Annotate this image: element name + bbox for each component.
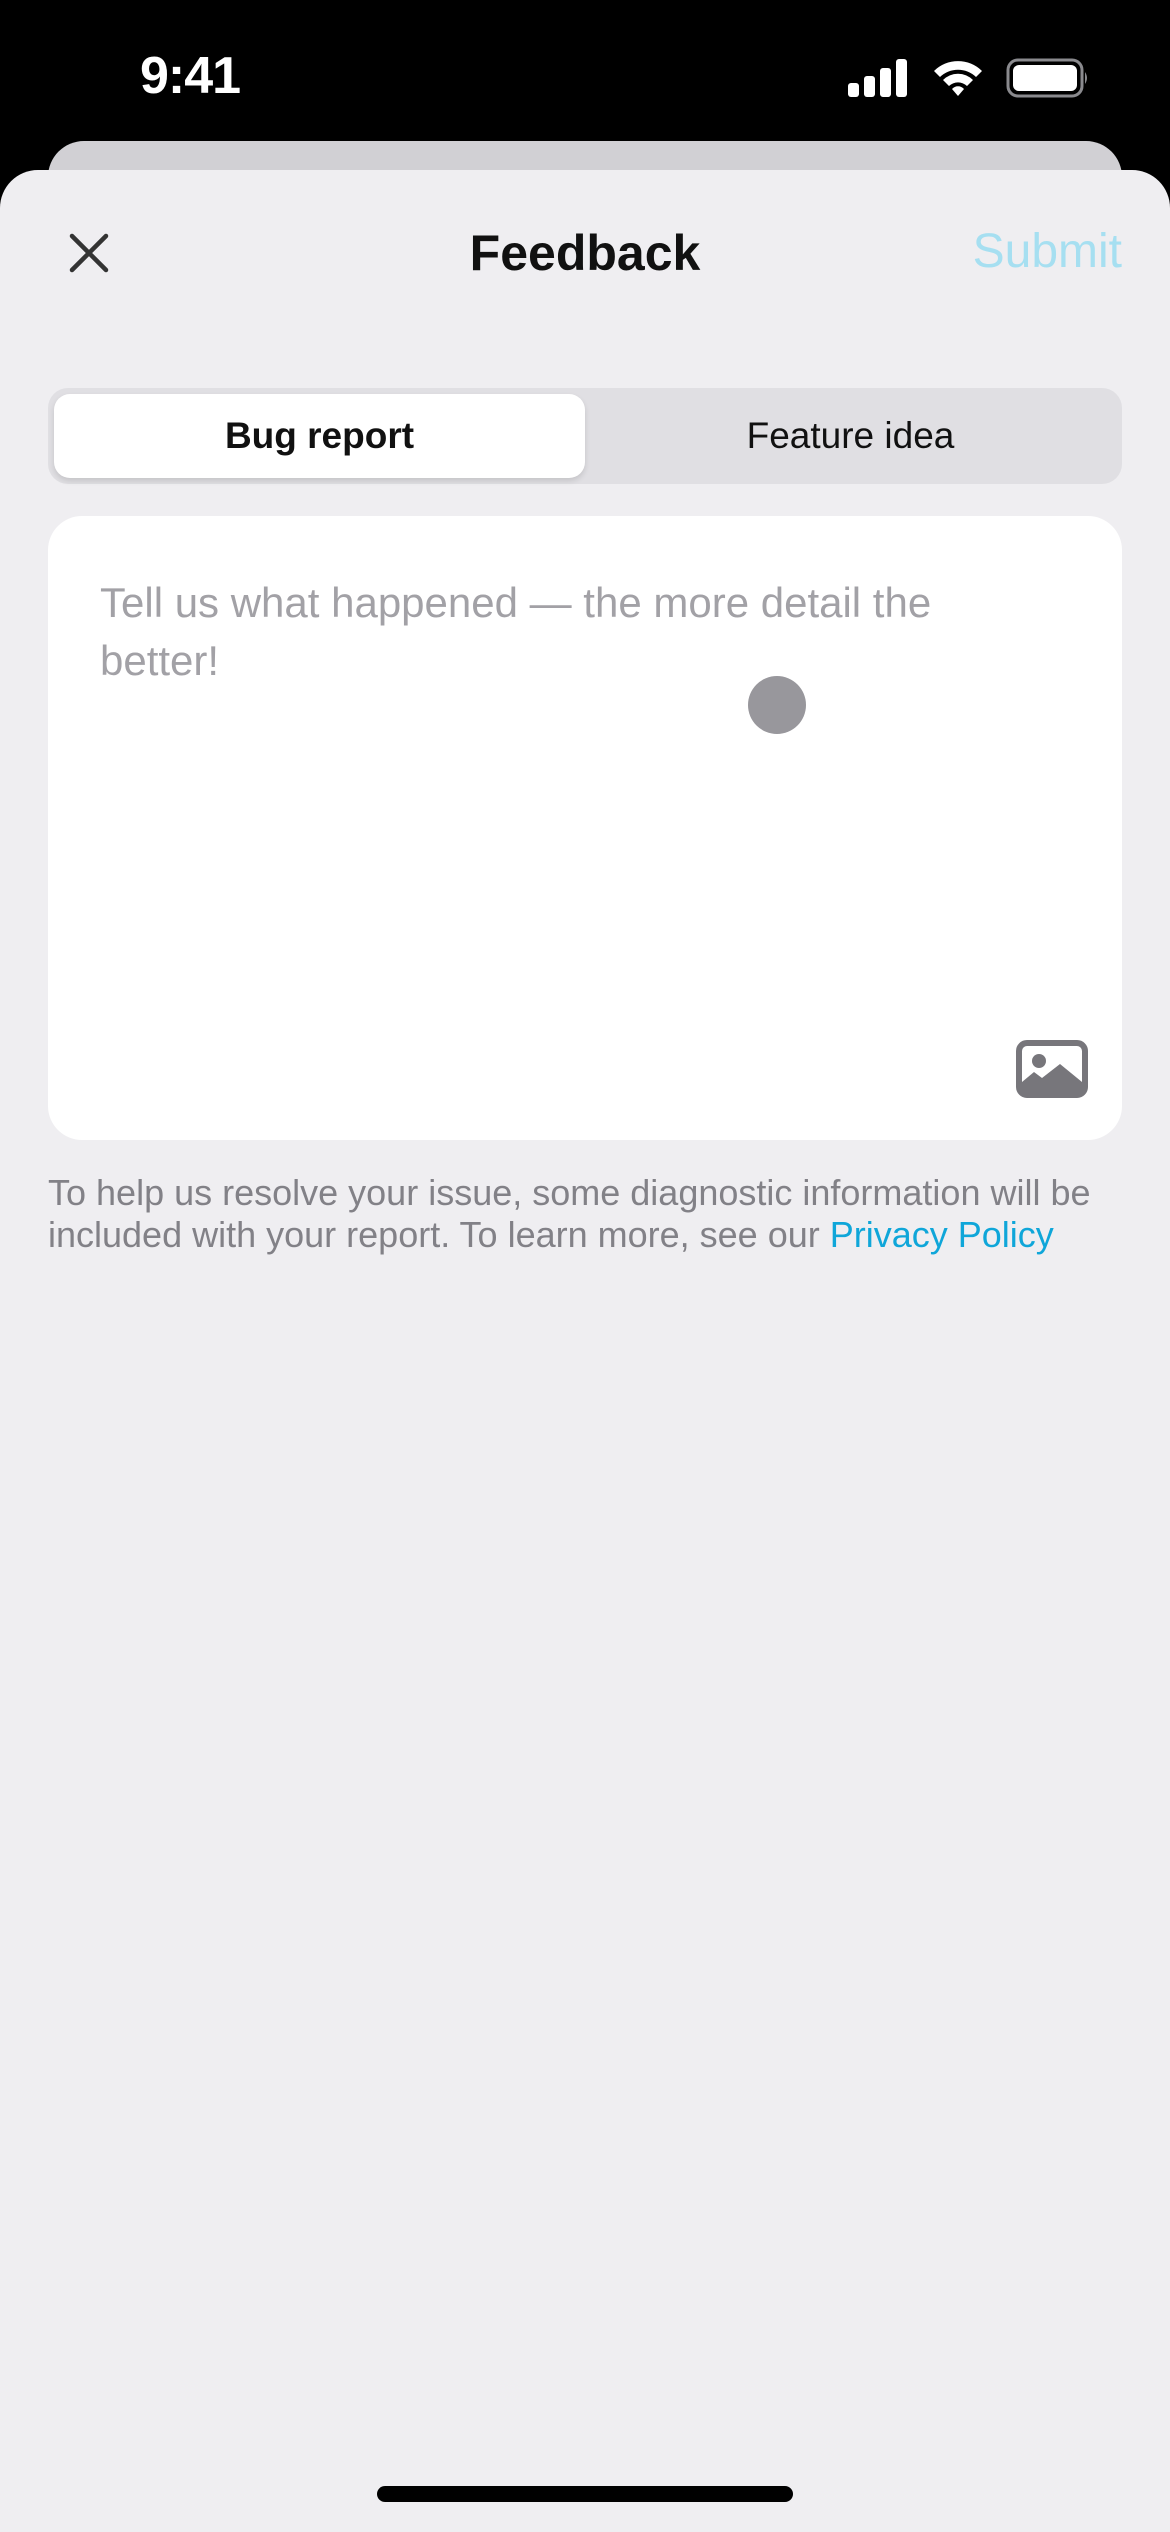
- segment-feature-idea[interactable]: Feature idea: [585, 394, 1116, 478]
- feedback-text-input[interactable]: Tell us what happened — the more detail …: [48, 516, 1122, 1140]
- cellular-signal-icon: [848, 59, 910, 102]
- status-icons: [848, 58, 1090, 103]
- status-time: 9:41: [140, 47, 241, 105]
- feedback-type-segmented-control: Bug report Feature idea: [48, 388, 1122, 484]
- home-indicator[interactable]: [377, 2486, 793, 2502]
- image-icon: [1016, 1040, 1088, 1102]
- status-bar: 9:41: [0, 0, 1170, 140]
- diagnostic-disclaimer: To help us resolve your issue, some diag…: [48, 1172, 1122, 1256]
- feedback-input-placeholder: Tell us what happened — the more detail …: [100, 579, 932, 684]
- attach-image-button[interactable]: [1016, 1040, 1088, 1098]
- touch-indicator: [748, 676, 806, 734]
- wifi-icon: [932, 59, 984, 102]
- privacy-policy-link[interactable]: Privacy Policy: [830, 1214, 1054, 1255]
- battery-icon: [1006, 58, 1090, 103]
- feedback-sheet: Feedback Submit Bug report Feature idea …: [0, 170, 1170, 2532]
- segment-bug-report[interactable]: Bug report: [54, 394, 585, 478]
- submit-button[interactable]: Submit: [973, 224, 1122, 279]
- navigation-bar: Feedback Submit: [0, 170, 1170, 340]
